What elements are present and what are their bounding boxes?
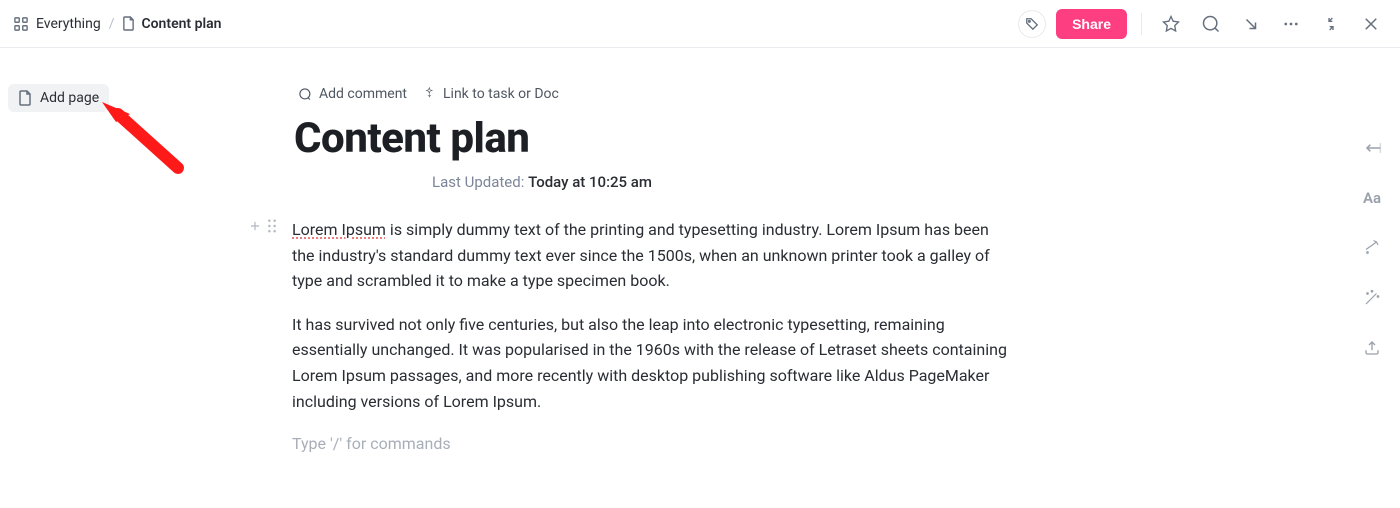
divider (1141, 13, 1142, 35)
last-updated-value: Today at 10:25 am (528, 173, 652, 191)
add-comment-button[interactable]: Add comment (298, 86, 407, 102)
breadcrumb: Everything / Content plan (14, 16, 221, 32)
doc-toolbar: Add comment Link to task or Doc (292, 86, 1012, 102)
search-comment-icon[interactable] (1196, 9, 1226, 39)
add-page-label: Add page (40, 90, 99, 106)
ai-spark-icon[interactable] (1358, 234, 1386, 262)
collapse-icon[interactable] (1316, 9, 1346, 39)
document-icon (122, 16, 135, 31)
more-icon[interactable] (1276, 9, 1306, 39)
tag-icon[interactable] (1018, 10, 1046, 38)
command-placeholder[interactable]: Type '/' for commands (292, 432, 1012, 453)
sidebar: Add page (0, 48, 280, 508)
content-column: Add comment Link to task or Doc Content … (280, 48, 1344, 508)
body: Add page Add comment Lin (0, 48, 1400, 508)
breadcrumb-root[interactable]: Everything (36, 16, 101, 32)
topbar: Everything / Content plan Share (0, 0, 1400, 48)
breadcrumb-current-label: Content plan (141, 16, 221, 32)
page-plus-icon (18, 90, 32, 106)
paragraph-text-spellcheck: Lorem Ipsum (292, 220, 386, 239)
drag-handle-icon[interactable] (266, 219, 278, 233)
last-updated-label: Last Updated: (432, 173, 524, 191)
add-page-button[interactable]: Add page (8, 84, 109, 112)
close-icon[interactable] (1356, 9, 1386, 39)
link-icon (423, 87, 437, 101)
grid-icon (14, 17, 28, 31)
breadcrumb-current[interactable]: Content plan (122, 16, 221, 32)
comment-icon (298, 87, 313, 102)
link-task-label: Link to task or Doc (443, 86, 559, 102)
topbar-actions: Share (1018, 9, 1386, 39)
magic-wand-icon[interactable] (1358, 284, 1386, 312)
page-title[interactable]: Content plan (294, 114, 1012, 163)
indent-icon[interactable] (1358, 134, 1386, 162)
export-icon[interactable] (1358, 334, 1386, 362)
paragraph-block[interactable]: It has survived not only five centuries,… (292, 312, 1012, 414)
right-rail: Aa (1344, 48, 1400, 508)
block-handles[interactable] (248, 219, 278, 233)
last-updated: Last Updated: Today at 10:25 am (292, 173, 1012, 191)
breadcrumb-separator: / (109, 16, 115, 32)
arrow-annotation-icon (100, 100, 190, 180)
typography-button[interactable]: Aa (1358, 184, 1386, 212)
add-comment-label: Add comment (319, 86, 407, 102)
link-task-button[interactable]: Link to task or Doc (423, 86, 559, 102)
download-icon[interactable] (1236, 9, 1266, 39)
star-icon[interactable] (1156, 9, 1186, 39)
share-button[interactable]: Share (1056, 9, 1127, 39)
paragraph-text: is simply dummy text of the printing and… (292, 220, 990, 290)
paragraph-block[interactable]: Lorem Ipsum is simply dummy text of the … (292, 217, 1012, 294)
document: Add comment Link to task or Doc Content … (292, 48, 1012, 508)
paragraph-text: It has survived not only five centuries,… (292, 315, 1007, 411)
plus-icon[interactable] (248, 219, 262, 233)
